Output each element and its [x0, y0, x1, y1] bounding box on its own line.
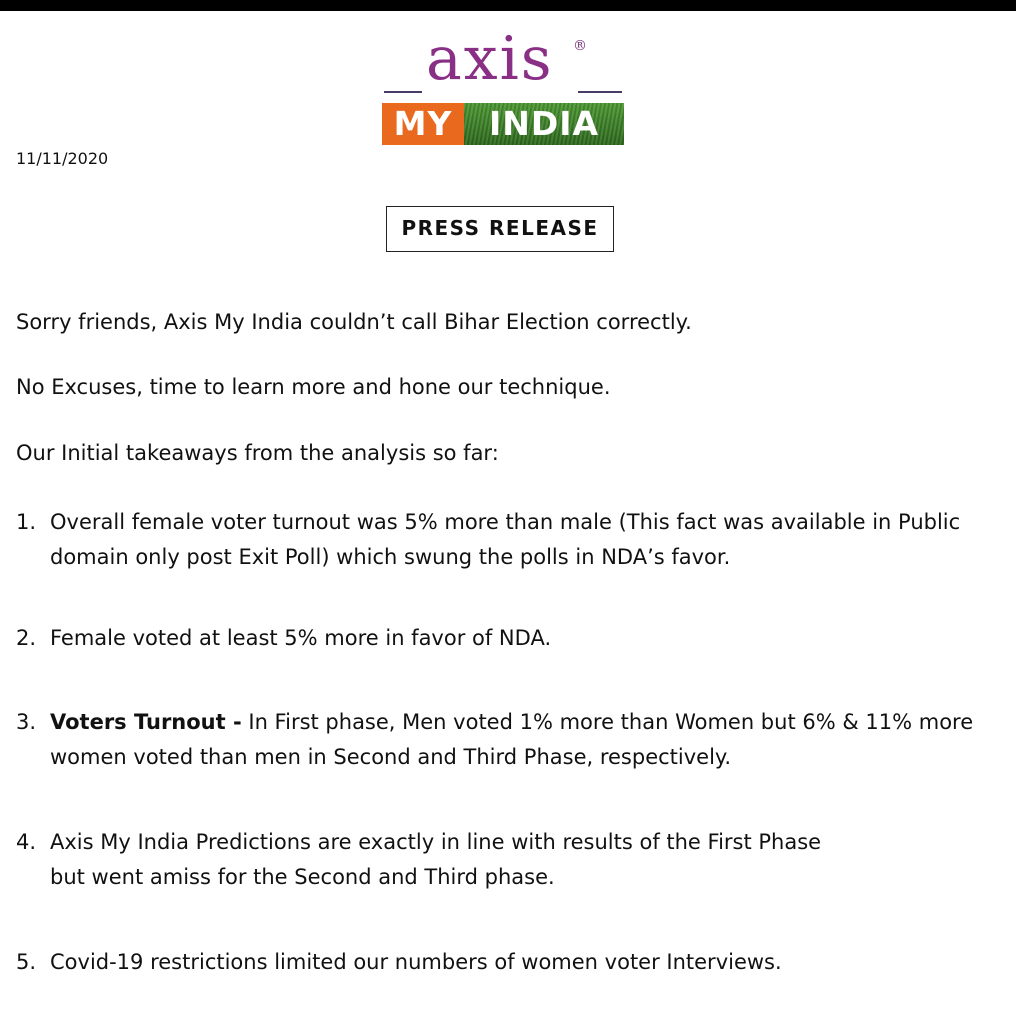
logo-registered-mark: ® [573, 38, 587, 54]
logo-band: MY INDIA [382, 103, 624, 145]
top-border [0, 0, 1016, 11]
list-item-text: Axis My India Predictions are exactly in… [50, 825, 1010, 895]
paragraph-takeaways-intro: Our Initial takeaways from the analysis … [16, 441, 499, 465]
list-item-text: Overall female voter turnout was 5% more… [50, 505, 1010, 575]
logo-band-my-text: MY [393, 104, 453, 143]
list-item-line: Covid-19 restrictions limited our number… [50, 950, 782, 974]
logo-underline-left [384, 91, 422, 93]
list-item-number: 5. [16, 950, 37, 974]
list-item-number: 1. [16, 510, 37, 534]
list-item-number: 3. [16, 710, 37, 734]
list-item-line: domain only post Exit Poll) which swung … [50, 545, 731, 569]
list-item-line: but went amiss for the Second and Third … [50, 865, 555, 889]
list-item-number: 2. [16, 626, 37, 650]
list-item-line: Axis My India Predictions are exactly in… [50, 830, 822, 854]
list-item-line: Female voted at least 5% more in favor o… [50, 626, 552, 650]
list-item-text: Voters Turnout - In First phase, Men vot… [50, 705, 1010, 775]
list-item-line-rest: In First phase, Men voted 1% more than W… [241, 710, 974, 734]
list-item-line: Voters Turnout - In First phase, Men vot… [50, 705, 1010, 740]
release-date: 11/11/2020 [16, 149, 109, 168]
list-item-number: 4. [16, 830, 37, 854]
logo-axis-text: axis [426, 24, 554, 94]
logo-underline-right [578, 91, 622, 93]
axis-my-india-logo: axis ® MY INDIA [380, 24, 626, 148]
list-item-text: Covid-19 restrictions limited our number… [50, 945, 1010, 980]
list-item-text: Female voted at least 5% more in favor o… [50, 621, 1010, 656]
logo-axis-row: axis ® [380, 24, 626, 100]
paragraph-apology: Sorry friends, Axis My India couldn’t ca… [16, 310, 692, 334]
paragraph-no-excuses: No Excuses, time to learn more and hone … [16, 375, 611, 399]
logo-band-india-text: INDIA [488, 104, 600, 143]
list-item-line: Overall female voter turnout was 5% more… [50, 510, 961, 534]
press-release-heading: PRESS RELEASE [386, 206, 614, 252]
list-item-line: women voted than men in Second and Third… [50, 745, 732, 769]
list-item-bold-lead: Voters Turnout - [50, 710, 242, 734]
